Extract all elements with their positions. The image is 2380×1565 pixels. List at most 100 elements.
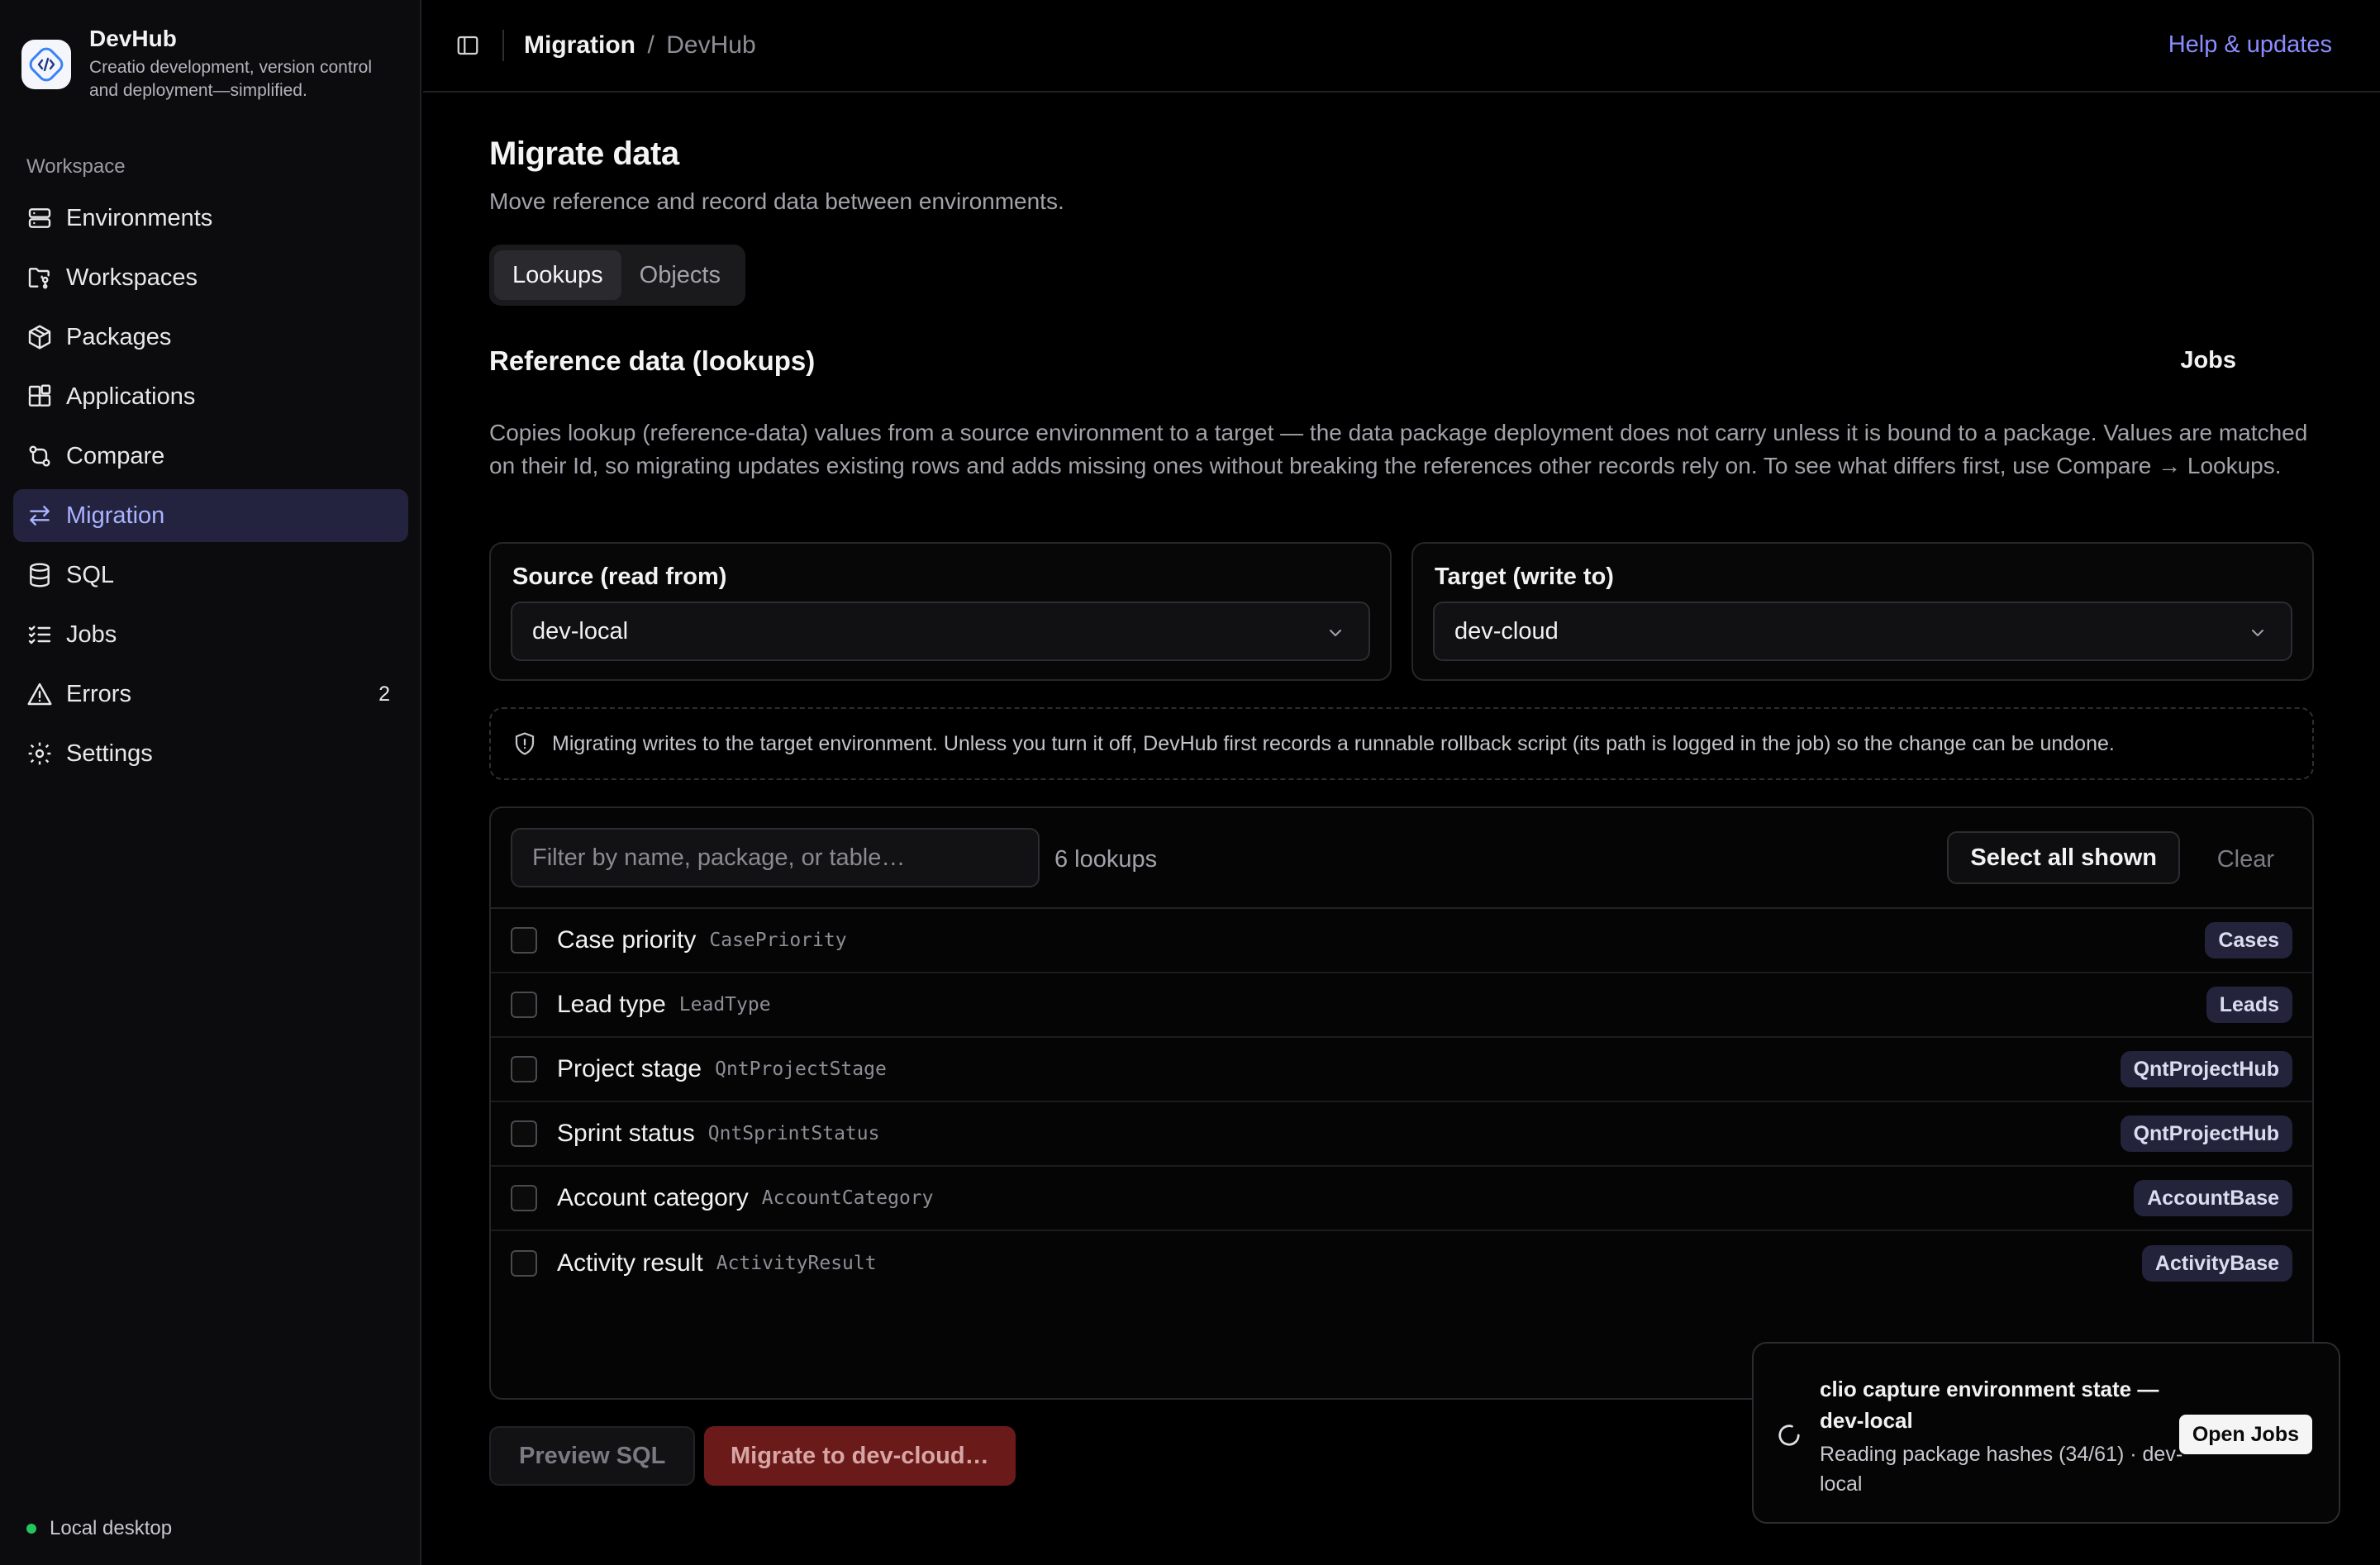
page-subtitle: Move reference and record data between e… <box>489 188 1064 214</box>
rollback-warning-text: Migrating writes to the target environme… <box>552 731 2115 755</box>
lookup-name: Account category <box>557 1184 749 1211</box>
help-updates-link[interactable]: Help & updates <box>2168 31 2332 59</box>
section-title: Reference data (lookups) <box>489 345 816 376</box>
clear-selection-button[interactable]: Clear <box>2217 846 2274 873</box>
package-badge: QntProjectHub <box>2120 1115 2292 1152</box>
sidebar-nav: Environments Workspaces Packages Applica… <box>13 192 408 787</box>
tab-lookups[interactable]: Lookups <box>494 250 621 300</box>
breadcrumb: Migration / DevHub <box>524 31 756 59</box>
table-row[interactable]: Sprint status QntSprintStatus QntProject… <box>491 1102 2312 1167</box>
sidebar-item-label: SQL <box>66 561 115 588</box>
tab-list: Lookups Objects <box>489 245 745 306</box>
git-compare-icon <box>29 445 50 467</box>
sidebar-item-applications[interactable]: Applications <box>13 370 408 423</box>
sidebar-item-packages[interactable]: Packages <box>13 311 408 364</box>
package-badge: QntProjectHub <box>2120 1051 2292 1087</box>
status-dot-icon <box>26 1524 36 1534</box>
table-row[interactable]: Project stage QntProjectStage QntProject… <box>491 1038 2312 1102</box>
sidebar-item-label: Migration <box>66 502 165 529</box>
topbar-divider <box>502 30 504 61</box>
errors-count-badge: 2 <box>378 682 390 706</box>
tab-objects[interactable]: Objects <box>621 250 739 300</box>
lookup-table-code: LeadType <box>678 994 771 1016</box>
sidebar-item-workspaces[interactable]: Workspaces <box>13 251 408 304</box>
sidebar-item-label: Workspaces <box>66 264 198 291</box>
source-card: Source (read from) dev-local <box>489 542 1392 681</box>
page-title: Migrate data <box>489 136 679 172</box>
breadcrumb-separator: / <box>647 31 654 59</box>
lookup-list-card: 6 lookups Select all shown Clear Case pr… <box>489 806 2314 1400</box>
lookup-table-code: QntSprintStatus <box>707 1123 880 1144</box>
source-label: Source (read from) <box>512 564 727 590</box>
row-checkbox[interactable] <box>511 927 537 954</box>
package-badge: ActivityBase <box>2141 1245 2292 1282</box>
database-icon <box>30 563 50 587</box>
migrate-button[interactable]: Migrate to dev-cloud… <box>704 1426 1016 1486</box>
select-all-shown-button[interactable]: Select all shown <box>1947 831 2180 884</box>
lookup-table-code: ActivityResult <box>716 1253 877 1274</box>
target-select[interactable]: dev-cloud <box>1433 602 2292 661</box>
package-icon <box>28 325 51 350</box>
connection-status: Local desktop <box>26 1517 172 1540</box>
breadcrumb-current: Migration <box>524 31 635 59</box>
lookup-name: Sprint status <box>557 1120 695 1147</box>
preview-sql-button[interactable]: Preview SQL <box>489 1426 696 1486</box>
jobs-link[interactable]: Jobs <box>2180 347 2236 374</box>
lookup-table-code: QntProjectStage <box>715 1058 887 1080</box>
sidebar-item-errors[interactable]: Errors 2 <box>13 668 408 721</box>
source-select[interactable]: dev-local <box>511 602 1370 661</box>
source-select-value: dev-local <box>532 617 629 645</box>
workspace-section-label: Workspace <box>26 155 126 178</box>
lookup-name: Project stage <box>557 1055 702 1082</box>
alert-triangle-icon <box>27 683 52 706</box>
devhub-logo-icon <box>21 40 71 89</box>
folder-git-icon <box>28 268 50 289</box>
sidebar-item-label: Environments <box>66 204 213 231</box>
sidebar-item-compare[interactable]: Compare <box>13 430 408 483</box>
sidebar-item-label: Errors <box>66 680 131 707</box>
rollback-warning: Migrating writes to the target environme… <box>489 707 2314 780</box>
loading-spinner-icon <box>1778 1425 1800 1446</box>
lookup-name: Activity result <box>557 1249 703 1277</box>
sidebar-item-migration[interactable]: Migration <box>13 489 408 542</box>
sidebar-item-settings[interactable]: Settings <box>13 727 408 780</box>
row-checkbox[interactable] <box>511 992 537 1018</box>
lookup-name: Case priority <box>557 926 697 954</box>
blocks-icon <box>28 384 51 407</box>
sidebar-item-label: Compare <box>66 442 165 469</box>
row-checkbox[interactable] <box>511 1120 537 1147</box>
table-row[interactable]: Lead type LeadType Leads <box>491 973 2312 1038</box>
brand[interactable]: DevHub Creatio development, version cont… <box>21 25 403 102</box>
package-badge: Leads <box>2206 987 2292 1023</box>
job-progress-toast: clio capture environment state — dev-loc… <box>1752 1342 2340 1524</box>
breadcrumb-app[interactable]: DevHub <box>666 31 755 59</box>
server-icon <box>28 208 51 228</box>
package-badge: Cases <box>2205 922 2292 959</box>
open-jobs-button[interactable]: Open Jobs <box>2178 1415 2312 1454</box>
chevron-down-icon <box>2252 630 2263 636</box>
row-checkbox[interactable] <box>511 1185 537 1211</box>
lookup-count: 6 lookups <box>1054 846 1158 873</box>
target-card: Target (write to) dev-cloud <box>1411 542 2314 681</box>
sidebar-item-jobs[interactable]: Jobs <box>13 608 408 661</box>
row-checkbox[interactable] <box>511 1250 537 1277</box>
toast-title: clio capture environment state — dev-loc… <box>1820 1377 2159 1433</box>
lookup-name: Lead type <box>557 991 666 1018</box>
sidebar-item-label: Packages <box>66 323 172 350</box>
package-badge: AccountBase <box>2134 1180 2292 1216</box>
table-row[interactable]: Activity result ActivityResult ActivityB… <box>491 1231 2312 1296</box>
lookup-filter-input[interactable] <box>511 828 1040 887</box>
row-checkbox[interactable] <box>511 1056 537 1082</box>
table-row[interactable]: Case priority CasePriority Cases <box>491 909 2312 973</box>
sidebar-item-label: Jobs <box>66 621 117 648</box>
brand-name: DevHub <box>89 26 177 51</box>
sidebar-toggle-button[interactable] <box>453 31 483 60</box>
sidebar-item-sql[interactable]: SQL <box>13 549 408 602</box>
arrow-left-right-icon <box>30 506 50 526</box>
target-label: Target (write to) <box>1435 564 1614 590</box>
panel-left-icon <box>457 36 478 55</box>
lookup-rows: Case priority CasePriority Cases Lead ty… <box>491 909 2312 1296</box>
brand-tagline: Creatio development, version control and… <box>89 58 373 100</box>
sidebar-item-environments[interactable]: Environments <box>13 192 408 245</box>
table-row[interactable]: Account category AccountCategory Account… <box>491 1167 2312 1231</box>
